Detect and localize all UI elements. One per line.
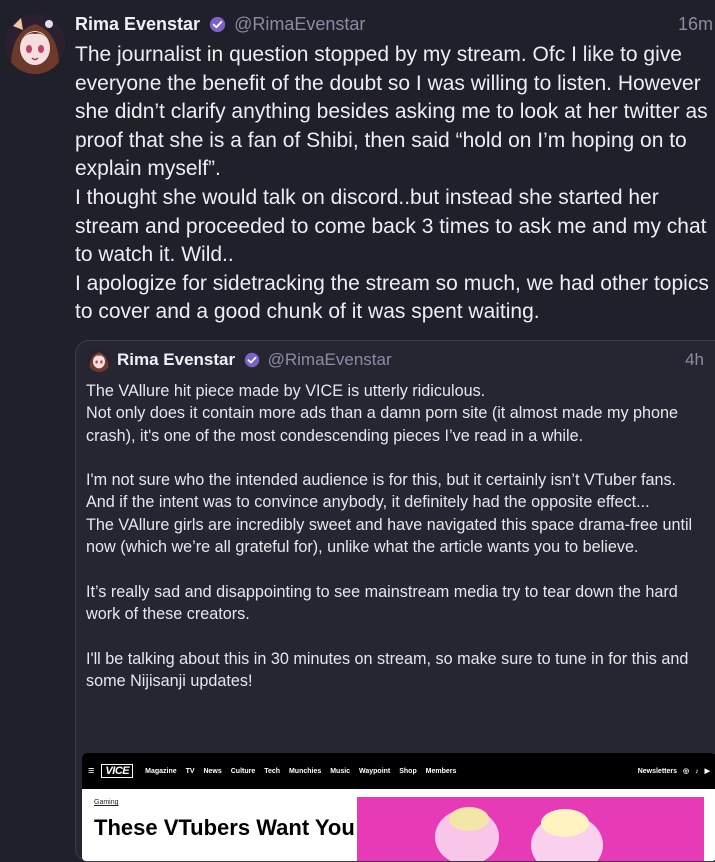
hamburger-icon: ≡ [88,765,95,777]
tweet-paragraph: The journalist in question stopped by my… [75,43,708,181]
avatar-image [87,348,111,372]
quoted-timestamp: 4h [685,350,704,369]
vice-nav-item: Culture [230,767,256,775]
verified-badge-icon [244,352,260,368]
tweet-paragraph: I apologize for sidetracking the stream … [75,271,709,324]
quoted-tweet[interactable]: Rima Evenstar @RimaEvenstar 4h The VAllu… [75,340,715,862]
vice-navbar: ≡ VICE Magazine TV News Culture Tech Mun… [82,753,715,789]
vice-nav-item: Music [330,767,351,775]
article-hero-image [357,797,704,861]
quoted-header: Rima Evenstar @RimaEvenstar 4h [117,349,715,371]
timestamp[interactable]: 16m [678,12,713,36]
quoted-paragraph: The VAllure girls are incredibly sweet a… [86,515,693,557]
quoted-avatar [87,348,111,372]
vice-nav-right: Newsletters ◎ ♪ ▶ [637,767,710,776]
hero-illustration [357,797,704,861]
vice-nav-item: Shop [399,767,417,775]
article-headline: These VTubers Want You to [94,815,382,840]
display-name[interactable]: Rima Evenstar [75,14,200,34]
tweet-body: The journalist in question stopped by my… [75,41,715,327]
article-screenshot[interactable]: ≡ VICE Magazine TV News Culture Tech Mun… [82,753,715,861]
handle[interactable]: @RimaEvenstar [234,14,365,34]
tweet-header: Rima Evenstar @RimaEvenstar 16m [75,12,715,36]
avatar[interactable] [5,14,65,74]
vice-nav: Magazine TV News Culture Tech Munchies M… [145,768,463,775]
tiktok-icon: ♪ [695,767,699,775]
avatar-image [5,14,65,74]
newsletters-link: Newsletters [637,767,677,775]
quoted-body: The VAllure hit piece made by VICE is ut… [86,380,706,692]
quoted-paragraph: Not only does it contain more ads than a… [86,404,679,445]
vice-nav-item: Munchies [288,767,322,775]
vice-nav-item: Magazine [145,767,177,775]
verified-badge-icon [209,16,226,33]
quoted-paragraph: I'm not sure who the intended audience i… [86,471,677,512]
quoted-handle: @RimaEvenstar [267,350,392,369]
vice-nav-item: Waypoint [359,767,391,775]
quoted-paragraph: I'll be talking about this in 30 minutes… [86,649,689,690]
quoted-paragraph: It’s really sad and disappointing to see… [86,582,678,623]
vice-nav-item: Tech [264,767,281,775]
youtube-icon: ▶ [704,768,710,775]
vice-logo: VICE [101,764,134,778]
instagram-icon: ◎ [683,768,690,775]
quoted-display-name: Rima Evenstar [117,350,236,369]
article-section: Gaming [94,799,119,806]
tweet-paragraph: I thought she would talk on discord..but… [75,185,707,267]
vice-nav-item: Members [425,767,457,775]
quoted-paragraph: The VAllure hit piece made by VICE is ut… [86,382,486,400]
vice-nav-item: TV [185,767,195,775]
vice-nav-item: News [203,767,222,775]
